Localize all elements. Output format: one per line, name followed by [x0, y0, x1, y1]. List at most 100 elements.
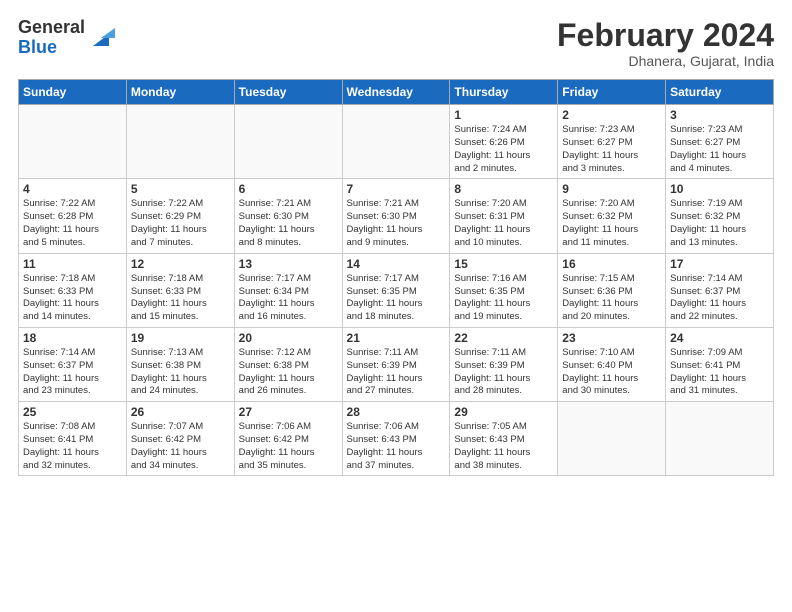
day-detail: Sunrise: 7:14 AMSunset: 6:37 PMDaylight:… [670, 273, 769, 324]
day-detail: Sunrise: 7:17 AMSunset: 6:35 PMDaylight:… [347, 273, 446, 324]
day-detail: Sunrise: 7:06 AMSunset: 6:43 PMDaylight:… [347, 421, 446, 472]
calendar-week-row: 4 Sunrise: 7:22 AMSunset: 6:28 PMDaylight… [19, 179, 774, 253]
table-row: 15 Sunrise: 7:16 AMSunset: 6:35 PMDayligh… [450, 253, 558, 327]
table-row: 6 Sunrise: 7:21 AMSunset: 6:30 PMDaylight… [234, 179, 342, 253]
table-row: 5 Sunrise: 7:22 AMSunset: 6:29 PMDaylight… [126, 179, 234, 253]
col-thursday: Thursday [450, 80, 558, 105]
day-detail: Sunrise: 7:07 AMSunset: 6:42 PMDaylight:… [131, 421, 230, 472]
table-row: 9 Sunrise: 7:20 AMSunset: 6:32 PMDaylight… [558, 179, 666, 253]
day-number: 6 [239, 182, 338, 196]
col-tuesday: Tuesday [234, 80, 342, 105]
day-number: 20 [239, 331, 338, 345]
table-row: 27 Sunrise: 7:06 AMSunset: 6:42 PMDayligh… [234, 402, 342, 476]
day-detail: Sunrise: 7:12 AMSunset: 6:38 PMDaylight:… [239, 347, 338, 398]
calendar-week-row: 1 Sunrise: 7:24 AMSunset: 6:26 PMDaylight… [19, 105, 774, 179]
day-detail: Sunrise: 7:24 AMSunset: 6:26 PMDaylight:… [454, 124, 553, 175]
table-row: 18 Sunrise: 7:14 AMSunset: 6:37 PMDayligh… [19, 327, 127, 401]
title-block: February 2024 Dhanera, Gujarat, India [557, 18, 774, 69]
table-row: 17Sunrise: 7:14 AMSunset: 6:37 PMDayligh… [666, 253, 774, 327]
day-number: 13 [239, 257, 338, 271]
table-row: 3 Sunrise: 7:23 AMSunset: 6:27 PMDaylight… [666, 105, 774, 179]
logo-general: General [18, 18, 85, 38]
day-detail: Sunrise: 7:17 AMSunset: 6:34 PMDaylight:… [239, 273, 338, 324]
day-detail: Sunrise: 7:21 AMSunset: 6:30 PMDaylight:… [239, 198, 338, 249]
day-number: 2 [562, 108, 661, 122]
logo-icon [87, 24, 115, 52]
day-detail: Sunrise: 7:22 AMSunset: 6:29 PMDaylight:… [131, 198, 230, 249]
table-row: 29Sunrise: 7:05 AMSunset: 6:43 PMDayligh… [450, 402, 558, 476]
day-number: 11 [23, 257, 122, 271]
day-detail: Sunrise: 7:18 AMSunset: 6:33 PMDaylight:… [23, 273, 122, 324]
day-detail: Sunrise: 7:14 AMSunset: 6:37 PMDaylight:… [23, 347, 122, 398]
table-row: 22 Sunrise: 7:11 AMSunset: 6:39 PMDayligh… [450, 327, 558, 401]
day-detail: Sunrise: 7:11 AMSunset: 6:39 PMDaylight:… [454, 347, 553, 398]
day-number: 18 [23, 331, 122, 345]
calendar-week-row: 25Sunrise: 7:08 AMSunset: 6:41 PMDayligh… [19, 402, 774, 476]
table-row: 14 Sunrise: 7:17 AMSunset: 6:35 PMDayligh… [342, 253, 450, 327]
table-row: 26Sunrise: 7:07 AMSunset: 6:42 PMDayligh… [126, 402, 234, 476]
day-number: 10 [670, 182, 769, 196]
table-row: 8Sunrise: 7:20 AMSunset: 6:31 PMDaylight… [450, 179, 558, 253]
day-number: 4 [23, 182, 122, 196]
day-number: 8 [454, 182, 553, 196]
table-row: 20 Sunrise: 7:12 AMSunset: 6:38 PMDayligh… [234, 327, 342, 401]
col-saturday: Saturday [666, 80, 774, 105]
calendar-header-row: Sunday Monday Tuesday Wednesday Thursday… [19, 80, 774, 105]
table-row: 10 Sunrise: 7:19 AMSunset: 6:32 PMDayligh… [666, 179, 774, 253]
table-row: 28 Sunrise: 7:06 AMSunset: 6:43 PMDayligh… [342, 402, 450, 476]
col-sunday: Sunday [19, 80, 127, 105]
day-detail: Sunrise: 7:13 AMSunset: 6:38 PMDaylight:… [131, 347, 230, 398]
logo: General Blue [18, 18, 115, 58]
day-number: 22 [454, 331, 553, 345]
day-detail: Sunrise: 7:20 AMSunset: 6:32 PMDaylight:… [562, 198, 661, 249]
table-row: 12Sunrise: 7:18 AMSunset: 6:33 PMDayligh… [126, 253, 234, 327]
calendar-week-row: 18 Sunrise: 7:14 AMSunset: 6:37 PMDayligh… [19, 327, 774, 401]
day-number: 29 [454, 405, 553, 419]
table-row: 19 Sunrise: 7:13 AMSunset: 6:38 PMDayligh… [126, 327, 234, 401]
table-row: 2 Sunrise: 7:23 AMSunset: 6:27 PMDaylight… [558, 105, 666, 179]
day-number: 5 [131, 182, 230, 196]
day-number: 16 [562, 257, 661, 271]
month-title: February 2024 [557, 18, 774, 53]
table-row: 4 Sunrise: 7:22 AMSunset: 6:28 PMDaylight… [19, 179, 127, 253]
table-row: 11 Sunrise: 7:18 AMSunset: 6:33 PMDayligh… [19, 253, 127, 327]
day-number: 19 [131, 331, 230, 345]
day-detail: Sunrise: 7:22 AMSunset: 6:28 PMDaylight:… [23, 198, 122, 249]
day-detail: Sunrise: 7:16 AMSunset: 6:35 PMDaylight:… [454, 273, 553, 324]
calendar: Sunday Monday Tuesday Wednesday Thursday… [18, 79, 774, 476]
table-row [342, 105, 450, 179]
table-row: 13 Sunrise: 7:17 AMSunset: 6:34 PMDayligh… [234, 253, 342, 327]
day-number: 15 [454, 257, 553, 271]
day-detail: Sunrise: 7:06 AMSunset: 6:42 PMDaylight:… [239, 421, 338, 472]
table-row [126, 105, 234, 179]
location: Dhanera, Gujarat, India [557, 53, 774, 69]
day-number: 1 [454, 108, 553, 122]
header: General Blue February 2024 Dhanera, Guja… [18, 18, 774, 69]
day-detail: Sunrise: 7:08 AMSunset: 6:41 PMDaylight:… [23, 421, 122, 472]
day-detail: Sunrise: 7:11 AMSunset: 6:39 PMDaylight:… [347, 347, 446, 398]
table-row: 24 Sunrise: 7:09 AMSunset: 6:41 PMDayligh… [666, 327, 774, 401]
day-detail: Sunrise: 7:09 AMSunset: 6:41 PMDaylight:… [670, 347, 769, 398]
table-row [666, 402, 774, 476]
page: General Blue February 2024 Dhanera, Guja… [0, 0, 792, 612]
day-detail: Sunrise: 7:18 AMSunset: 6:33 PMDaylight:… [131, 273, 230, 324]
day-number: 24 [670, 331, 769, 345]
day-number: 28 [347, 405, 446, 419]
day-detail: Sunrise: 7:10 AMSunset: 6:40 PMDaylight:… [562, 347, 661, 398]
table-row: 25Sunrise: 7:08 AMSunset: 6:41 PMDayligh… [19, 402, 127, 476]
day-number: 14 [347, 257, 446, 271]
day-number: 21 [347, 331, 446, 345]
table-row: 7Sunrise: 7:21 AMSunset: 6:30 PMDaylight… [342, 179, 450, 253]
day-number: 27 [239, 405, 338, 419]
day-number: 3 [670, 108, 769, 122]
logo-blue: Blue [18, 38, 85, 58]
col-friday: Friday [558, 80, 666, 105]
day-detail: Sunrise: 7:19 AMSunset: 6:32 PMDaylight:… [670, 198, 769, 249]
day-number: 9 [562, 182, 661, 196]
day-detail: Sunrise: 7:23 AMSunset: 6:27 PMDaylight:… [670, 124, 769, 175]
col-wednesday: Wednesday [342, 80, 450, 105]
table-row: 23Sunrise: 7:10 AMSunset: 6:40 PMDayligh… [558, 327, 666, 401]
day-detail: Sunrise: 7:23 AMSunset: 6:27 PMDaylight:… [562, 124, 661, 175]
table-row [19, 105, 127, 179]
table-row [558, 402, 666, 476]
